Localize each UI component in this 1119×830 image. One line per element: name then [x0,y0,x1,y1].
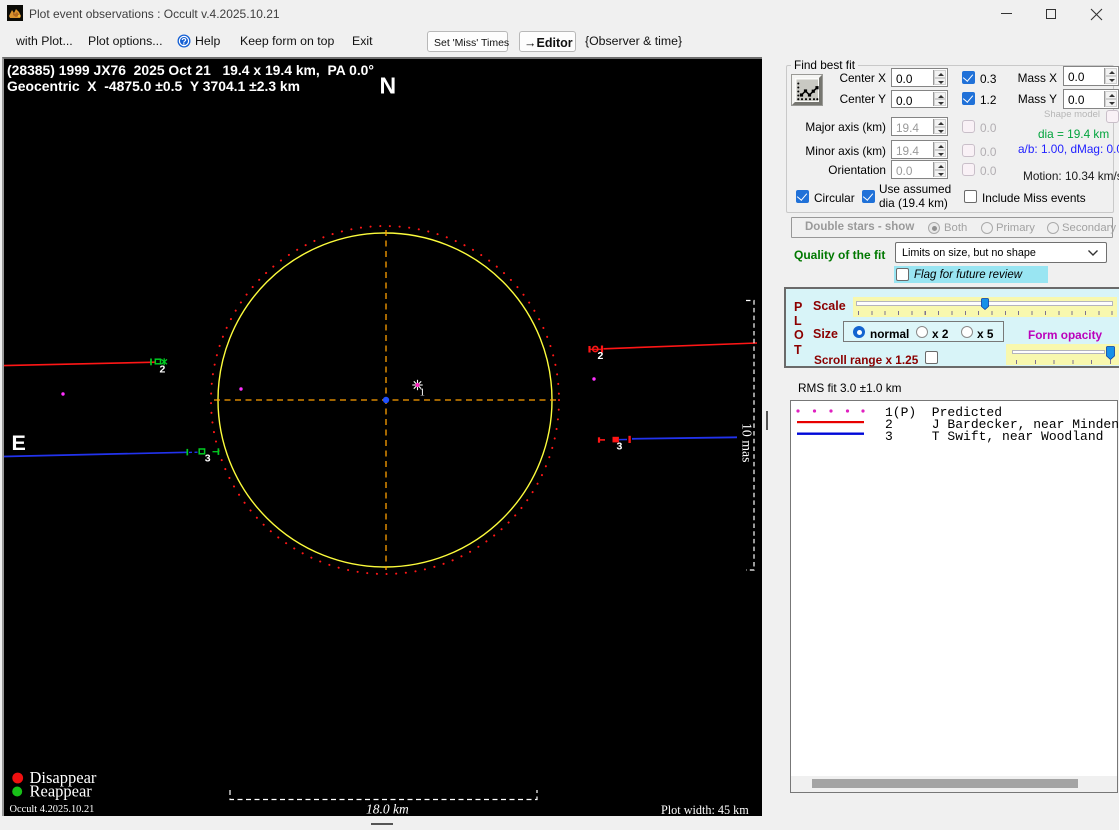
svg-text:Geocentric X -4875.0 ±0.5 Y: Geocentric X -4875.0 ±0.5 Y 3704.1 ±2.3 … [7,78,300,94]
svg-text:3: 3 [205,453,211,465]
svg-text:N: N [380,73,397,99]
svg-text:2: 2 [160,364,166,376]
svg-text:Reappear: Reappear [30,782,93,801]
svg-text:Plot width: 45 km: Plot width: 45 km [661,803,749,815]
svg-text:E: E [12,431,26,455]
svg-text:18.0 km: 18.0 km [366,802,409,816]
svg-text:(28385) 1999 JX76 2025 Oct 21: (28385) 1999 JX76 2025 Oct 21 19.4 x 19.… [7,62,374,78]
svg-text:10 mas: 10 mas [740,423,755,462]
svg-text:2: 2 [598,350,604,362]
svg-text:3: 3 [617,441,623,453]
svg-text:Occult 4.2025.10.21: Occult 4.2025.10.21 [10,804,95,815]
svg-text:?: ? [181,36,187,46]
svg-text:1: 1 [420,387,426,399]
